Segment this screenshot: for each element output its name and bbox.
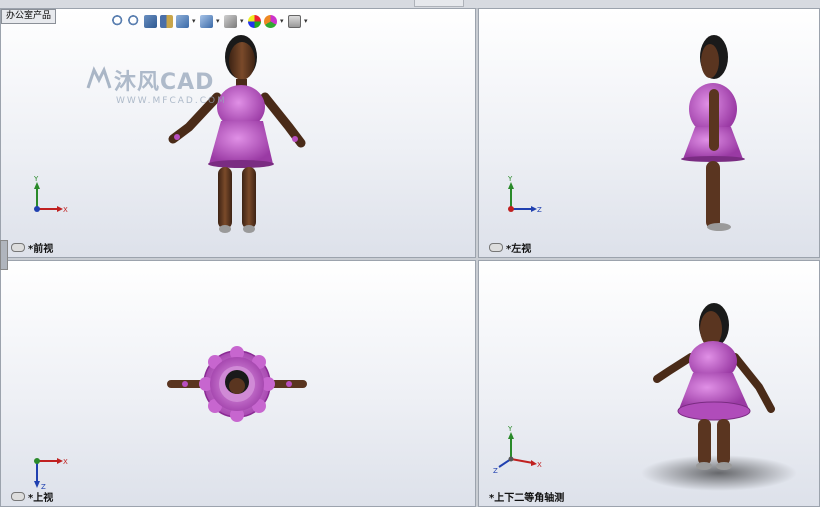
axis-triad [34, 458, 63, 488]
viewport-iso[interactable]: Y X Z *上下二等角轴测 [478, 260, 820, 507]
leg-right [218, 167, 232, 229]
view-settings-icon[interactable] [288, 14, 301, 28]
viewport-front-label: *前视 [11, 240, 53, 255]
chevron-down-icon[interactable]: ▾ [280, 15, 285, 28]
left-view-model: Y Z [507, 35, 745, 231]
viewport-left-label: *左视 [489, 240, 531, 255]
axis-x-label: X [63, 206, 68, 214]
dress-skirt [209, 121, 273, 164]
watermark-brand: 沐风CAD [114, 70, 215, 95]
previous-view-icon[interactable] [144, 14, 157, 28]
iso-view-model: Y X Z [493, 303, 797, 491]
display-style-icon[interactable] [200, 14, 213, 28]
axis-y-label: Y [507, 175, 513, 183]
heads-up-view-toolbar: ▾ ▾ ▾ ▾ ▾ [112, 13, 309, 29]
shoe-right [696, 462, 712, 470]
viewport-iso-label: *上下二等角轴测 [489, 493, 565, 504]
top-view-model: X Z [34, 346, 307, 491]
leg [706, 161, 720, 229]
watermark: 沐风CAD WWW.MFCAD.COM [86, 64, 227, 106]
axis-z-label: Z [493, 467, 498, 475]
chevron-down-icon[interactable]: ▾ [192, 15, 197, 28]
axis-triad [34, 182, 63, 212]
axis-y-label: Y [33, 175, 39, 183]
leg-right [698, 419, 711, 465]
appearance-icon[interactable] [248, 14, 261, 28]
zoom-fit-icon[interactable] [112, 14, 125, 28]
arm [709, 89, 719, 151]
axis-x-label: X [63, 458, 68, 466]
shoe-left [243, 225, 255, 233]
axis-z-label: Z [537, 206, 542, 214]
head [701, 44, 719, 78]
viewport-top[interactable]: X Z *上视 [0, 260, 476, 507]
viewport-left[interactable]: Y Z *左视 [478, 8, 820, 258]
viewport-front[interactable]: Y X *前视 [0, 8, 476, 258]
leg-left [242, 167, 256, 229]
shoe-right [219, 225, 231, 233]
chevron-down-icon[interactable]: ▾ [304, 15, 309, 28]
chevron-down-icon[interactable]: ▾ [216, 15, 221, 28]
leg-left [717, 419, 730, 465]
feature-tree-breadcrumb[interactable]: 办公室产品 [1, 9, 57, 24]
chevron-down-icon[interactable]: ▾ [240, 15, 245, 28]
axis-triad [498, 432, 537, 468]
watermark-url: WWW.MFCAD.COM [116, 96, 227, 106]
axis-y-label: Y [507, 425, 513, 433]
head [229, 42, 255, 80]
scene-icon[interactable] [264, 14, 277, 28]
front-view-model: Y X [33, 35, 306, 233]
zoom-area-icon[interactable] [128, 14, 141, 28]
axis-triad [508, 182, 537, 212]
section-view-icon[interactable] [160, 14, 173, 28]
link-view-icon[interactable] [489, 243, 503, 252]
link-view-icon[interactable] [11, 492, 25, 501]
view-orientation-icon[interactable] [176, 14, 189, 28]
hide-show-icon[interactable] [224, 14, 237, 28]
panel-collapse-handle[interactable] [0, 240, 8, 270]
window-tab[interactable] [414, 0, 464, 7]
axis-x-label: X [537, 461, 542, 469]
mfcad-logo-icon [86, 66, 112, 89]
shoe [707, 223, 731, 231]
arm-right [653, 353, 695, 383]
shoe-left [716, 462, 732, 470]
link-view-icon[interactable] [11, 243, 25, 252]
viewport-top-label: *上视 [11, 489, 53, 504]
